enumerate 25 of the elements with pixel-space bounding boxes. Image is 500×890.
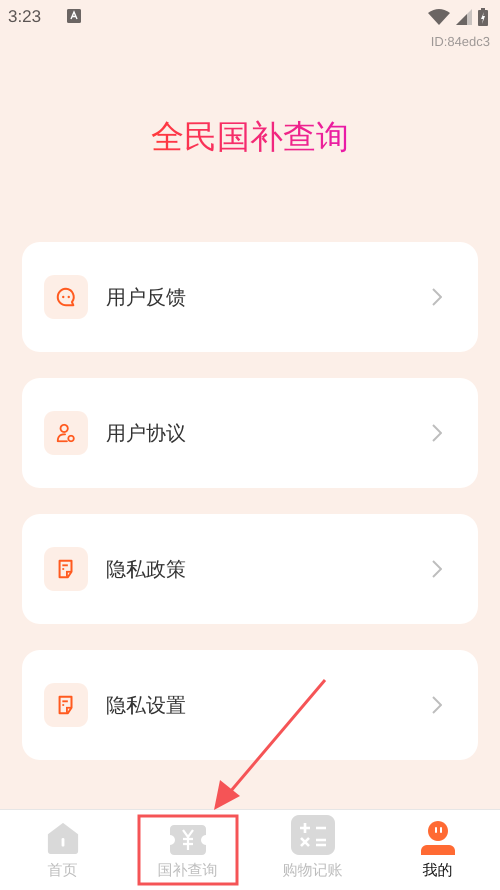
menu-label: 隐私政策	[106, 556, 187, 582]
chevron-right-icon	[432, 288, 442, 306]
calculator-icon	[290, 815, 334, 855]
status-time: 3:23	[8, 7, 42, 27]
house-icon	[46, 821, 80, 855]
user-id-label: ID:84edc3	[430, 34, 490, 49]
menu-card[interactable]: 用户协议	[22, 378, 478, 488]
chevron-right-icon	[432, 696, 442, 714]
battery-icon	[478, 8, 488, 26]
wifi-icon	[428, 9, 450, 25]
menu-label: 用户反馈	[106, 284, 187, 310]
menu-label: 用户协议	[106, 420, 187, 446]
menu-card[interactable]: 用户反馈	[22, 242, 478, 352]
chevron-right-icon	[432, 424, 442, 442]
user-icon	[55, 422, 77, 444]
menu-card[interactable]: 隐私政策	[22, 514, 478, 624]
tab-item[interactable]: 我的	[375, 810, 500, 890]
signal-icon	[456, 9, 472, 25]
person-icon	[420, 821, 454, 855]
chat-bubble-icon	[55, 286, 77, 308]
chevron-right-icon	[432, 560, 442, 578]
yuan-ticket-icon	[170, 825, 206, 855]
menu-card[interactable]: 隐私设置	[22, 650, 478, 760]
keyboard-notification-icon	[67, 9, 82, 23]
menu-label: 隐私设置	[106, 692, 187, 718]
